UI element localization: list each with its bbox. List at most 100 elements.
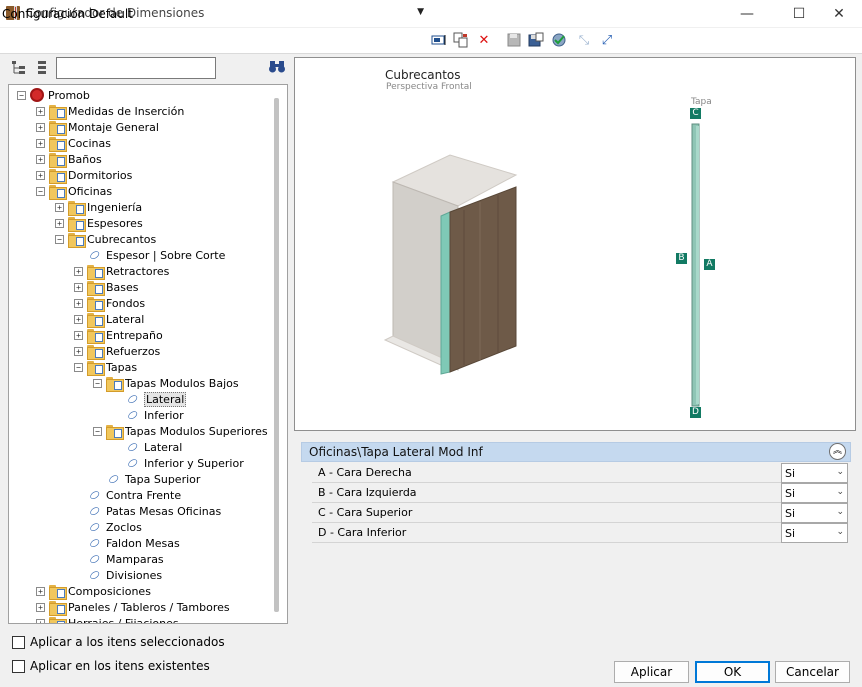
- expand-icon[interactable]: +: [36, 618, 45, 623]
- tree-item[interactable]: + Composiciones: [36, 583, 151, 600]
- tree-item[interactable]: + Medidas de Inserción: [36, 103, 184, 120]
- expand-icon[interactable]: +: [36, 154, 45, 164]
- expand-arrows-icon[interactable]: ⤢: [598, 31, 616, 49]
- rename-icon[interactable]: [430, 31, 448, 49]
- tree-item[interactable]: + Ingeniería: [55, 199, 142, 216]
- collapse-icon[interactable]: −: [17, 90, 26, 100]
- expand-icon[interactable]: +: [36, 602, 45, 612]
- apply-existing-option[interactable]: Aplicar en los itens existentes: [12, 659, 210, 673]
- document-icon: [57, 108, 65, 118]
- search-input[interactable]: [56, 57, 216, 79]
- tree-item[interactable]: − Promob: [17, 87, 90, 103]
- preview-panel: [294, 57, 856, 431]
- tree-item[interactable]: + Dormitorios: [36, 167, 132, 184]
- configuration-select-value: Configuración Default: [2, 7, 133, 21]
- apply-settings-icon[interactable]: [550, 31, 568, 49]
- property-value-select[interactable]: Si ⌄: [781, 463, 848, 483]
- property-value-select[interactable]: Si ⌄: [781, 503, 848, 523]
- expand-icon[interactable]: +: [74, 266, 83, 276]
- save-as-icon[interactable]: [527, 31, 545, 49]
- expand-icon[interactable]: +: [36, 138, 45, 148]
- collapse-icon[interactable]: −: [74, 362, 83, 372]
- tree-panel[interactable]: − Promob + Medidas de Inserción + Montaje Gen…: [8, 84, 288, 624]
- tree-item[interactable]: ⬭ Lateral: [112, 390, 187, 407]
- collapse-icon[interactable]: −: [93, 426, 102, 436]
- tree-item[interactable]: + Baños: [36, 151, 102, 168]
- tree-item[interactable]: + Paneles / Tableros / Tambores: [36, 599, 230, 616]
- tree-item[interactable]: ⬭ Zoclos: [74, 518, 142, 535]
- tree-item[interactable]: + Refuerzos: [74, 343, 160, 360]
- tree-item[interactable]: ⬭ Lateral: [112, 438, 183, 455]
- close-button[interactable]: ✕: [816, 0, 862, 28]
- tree-item[interactable]: ⬭ Inferior y Superior: [112, 454, 244, 471]
- property-value-select[interactable]: Si ⌄: [781, 523, 848, 543]
- apply-button[interactable]: Aplicar: [614, 661, 689, 683]
- expand-icon[interactable]: +: [74, 282, 83, 292]
- collapse-icon[interactable]: −: [55, 234, 64, 244]
- tree-item[interactable]: ⬭ Contra Frente: [74, 486, 182, 503]
- tree-item[interactable]: − Tapas Modulos Superiores: [93, 423, 268, 440]
- tree-item-label: Inferior: [144, 408, 184, 422]
- tree-item[interactable]: − Tapas Modulos Bajos: [93, 375, 239, 392]
- document-icon: [76, 204, 84, 214]
- tree-item[interactable]: − Tapas: [74, 359, 137, 376]
- expand-icon[interactable]: +: [36, 586, 45, 596]
- expand-icon[interactable]: +: [74, 314, 83, 324]
- expand-icon[interactable]: +: [55, 202, 64, 212]
- expand-icon[interactable]: +: [74, 298, 83, 308]
- tree-item[interactable]: ⬭ Divisiones: [74, 566, 163, 583]
- expand-icon[interactable]: +: [55, 218, 64, 228]
- folder-icon: [49, 184, 67, 200]
- tree-item-label: Bases: [106, 280, 139, 294]
- tree-view-icon[interactable]: [11, 60, 27, 76]
- tree-item[interactable]: + Espesores: [55, 215, 143, 232]
- tree-item[interactable]: ⬭ Inferior: [112, 406, 184, 423]
- collapse-arrows-icon[interactable]: ⤡: [575, 31, 593, 49]
- tree-item-label: Mamparas: [106, 552, 164, 566]
- folder-icon: [49, 152, 67, 168]
- tree-item[interactable]: + Entrepaño: [74, 327, 163, 344]
- tree-item[interactable]: + Herrajes / Fijaciones: [36, 615, 179, 623]
- tree-item[interactable]: ⬭ Mamparas: [74, 550, 164, 567]
- tree-item[interactable]: + Lateral: [74, 311, 144, 328]
- expand-icon[interactable]: +: [36, 122, 45, 132]
- expand-icon[interactable]: +: [36, 170, 45, 180]
- property-value-select[interactable]: Si ⌄: [781, 483, 848, 503]
- ok-button[interactable]: OK: [695, 661, 770, 683]
- tree-item[interactable]: − Cubrecantos: [55, 231, 157, 248]
- apply-selected-checkbox[interactable]: [12, 635, 25, 649]
- document-icon: [57, 588, 65, 598]
- tree-scrollbar-thumb[interactable]: [274, 98, 279, 612]
- binoculars-icon[interactable]: [268, 59, 286, 77]
- folder-icon: [68, 216, 86, 232]
- save-icon[interactable]: [505, 31, 523, 49]
- collapse-icon[interactable]: ︽: [829, 443, 846, 460]
- tree-item[interactable]: ⬭ Patas Mesas Oficinas: [74, 502, 222, 519]
- tree-item[interactable]: + Montaje General: [36, 119, 159, 136]
- tree-item[interactable]: + Bases: [74, 279, 139, 296]
- tree-item[interactable]: + Fondos: [74, 295, 145, 312]
- tree-item-label: Tapas Modulos Bajos: [125, 376, 239, 390]
- tree-item[interactable]: ⬭ Tapa Superior: [93, 470, 201, 487]
- expand-icon[interactable]: +: [36, 106, 45, 116]
- list-view-icon[interactable]: [36, 60, 48, 76]
- apply-selected-option[interactable]: Aplicar a los itens seleccionados: [12, 635, 225, 649]
- delete-icon[interactable]: ✕: [475, 31, 493, 49]
- tree-item-label: Cubrecantos: [87, 232, 157, 246]
- apply-existing-checkbox[interactable]: [12, 659, 25, 673]
- minimize-button[interactable]: —: [724, 0, 770, 28]
- copy-icon[interactable]: [452, 31, 470, 49]
- cancel-button[interactable]: Cancelar: [775, 661, 850, 683]
- expand-icon[interactable]: +: [74, 330, 83, 340]
- tree-item[interactable]: − Oficinas: [36, 183, 112, 200]
- tree-item[interactable]: ⬭ Espesor | Sobre Corte: [74, 246, 226, 263]
- collapse-icon[interactable]: −: [36, 186, 45, 196]
- document-icon: [76, 236, 84, 246]
- tree-item[interactable]: + Retractores: [74, 263, 169, 280]
- configuration-select[interactable]: Configuración Default ▼: [2, 4, 426, 24]
- tree-item[interactable]: ⬭ Faldon Mesas: [74, 534, 180, 551]
- property-value: Si: [785, 467, 796, 480]
- tree-item[interactable]: + Cocinas: [36, 135, 111, 152]
- expand-icon[interactable]: +: [74, 346, 83, 356]
- collapse-icon[interactable]: −: [93, 378, 102, 388]
